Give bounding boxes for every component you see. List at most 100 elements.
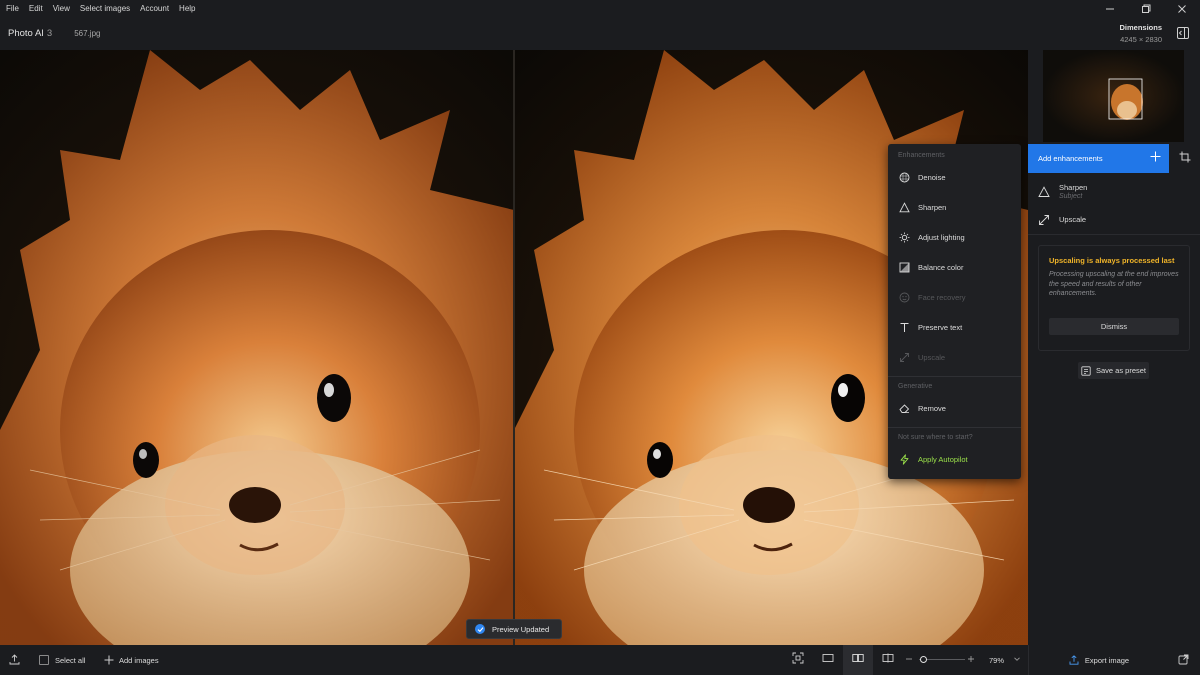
apply-autopilot-button[interactable]: Apply Autopilot (888, 444, 1021, 474)
select-all-label: Select all (55, 655, 86, 665)
upload-icon (9, 653, 20, 667)
upscale-icon (1038, 213, 1050, 225)
dropdown-divider (888, 376, 1021, 377)
select-all-checkbox[interactable]: Select all (39, 645, 85, 675)
add-enhancements-label: Add enhancements (1038, 154, 1103, 163)
plus-icon (967, 655, 975, 665)
enhancement-subtitle: Subject (1059, 192, 1083, 200)
dimensions-value: 4245 × 2830 (1120, 35, 1162, 44)
enhancement-item-sharpen[interactable]: Sharpen Subject (1028, 178, 1200, 204)
save-as-preset-button[interactable]: Save as preset (1078, 362, 1149, 379)
enhancement-title: Upscale (1059, 214, 1087, 224)
chevron-down-icon (1013, 655, 1021, 665)
save-as-preset-label: Save as preset (1095, 366, 1147, 375)
dropdown-item-face-recovery: Face recovery (888, 282, 1021, 312)
split-view-icon (882, 651, 894, 669)
enhancement-title: Sharpen (1059, 182, 1088, 192)
menu-view[interactable]: View (53, 4, 76, 13)
add-images-button[interactable]: Add images (104, 645, 159, 675)
plus-icon (1150, 150, 1161, 165)
close-icon[interactable] (1164, 0, 1200, 17)
zoom-level[interactable]: 79% (989, 645, 1004, 675)
app-brand: Photo AI 3 (8, 28, 52, 39)
image-canvas[interactable] (0, 50, 1028, 645)
minus-icon (905, 655, 913, 665)
right-sidebar: Add enhancements Sharpen Subject Upscale… (1028, 50, 1200, 645)
dropdown-divider (888, 427, 1021, 428)
app-name: Photo AI (8, 28, 44, 39)
dropdown-item-preserve-text[interactable]: Preserve text (888, 312, 1021, 342)
lightning-icon (898, 453, 910, 465)
dismiss-button[interactable]: Dismiss (1049, 318, 1179, 335)
header: Photo AI 3 567.jpg Dimensions 4245 × 2830 (0, 17, 1200, 50)
side-by-side-icon (852, 651, 864, 669)
dropdown-item-label: Sharpen (918, 202, 947, 212)
export-image-label: Export image (1084, 655, 1130, 665)
menu-file[interactable]: File (6, 4, 25, 13)
crop-icon (1179, 150, 1191, 168)
dropdown-item-remove[interactable]: Remove (888, 393, 1021, 423)
menu: File Edit View Select images Account Hel… (0, 4, 206, 13)
dropdown-item-balance-color[interactable]: Balance color (888, 252, 1021, 282)
sharpen-icon (1038, 185, 1050, 197)
export-icon (1069, 655, 1079, 665)
dropdown-item-upscale: Upscale (888, 342, 1021, 372)
panel-toggle-icon[interactable] (1176, 26, 1190, 40)
split-view-button[interactable] (873, 645, 903, 675)
crop-button[interactable] (1169, 144, 1200, 173)
fit-view-button[interactable] (783, 645, 813, 675)
dropdown-item-label: Preserve text (918, 322, 963, 332)
preset-icon (1081, 365, 1091, 376)
dropdown-item-sharpen[interactable]: Sharpen (888, 192, 1021, 222)
dimensions-label: Dimensions (1119, 23, 1162, 32)
notice-title: Upscaling is always processed last (1049, 256, 1175, 265)
compare-divider[interactable] (513, 50, 515, 645)
toast-text: Preview Updated (492, 624, 550, 634)
lighting-icon (898, 231, 910, 243)
upscale-icon (898, 351, 910, 363)
minimize-icon[interactable] (1092, 0, 1128, 17)
zoom-dropdown[interactable] (1013, 645, 1021, 675)
text-icon (898, 321, 910, 333)
file-name: 567.jpg (74, 29, 101, 38)
sharpen-icon (898, 201, 910, 213)
zoom-in-button[interactable] (967, 645, 975, 675)
restore-icon[interactable] (1128, 0, 1164, 17)
squirrel-original-image (0, 50, 514, 645)
dimensions-info: Dimensions 4245 × 2830 (1119, 23, 1162, 44)
export-settings-icon (1178, 654, 1189, 667)
notice-body: Processing upscaling at the end improves… (1049, 271, 1179, 297)
dropdown-section-enhancements: Enhancements (898, 152, 945, 159)
menu-select-images[interactable]: Select images (80, 4, 136, 13)
single-view-button[interactable] (813, 645, 843, 675)
side-by-side-view-button[interactable] (843, 645, 873, 675)
dropdown-item-label: Upscale (918, 352, 946, 362)
zoom-out-button[interactable] (905, 645, 913, 675)
add-enhancements-button[interactable]: Add enhancements (1028, 144, 1169, 173)
dropdown-item-adjust-lighting[interactable]: Adjust lighting (888, 222, 1021, 252)
denoise-icon (898, 171, 910, 183)
add-images-label: Add images (119, 655, 159, 665)
thumbnail-image (1043, 50, 1184, 142)
dropdown-item-label: Face recovery (918, 292, 966, 302)
dropdown-item-denoise[interactable]: Denoise (888, 162, 1021, 192)
dropdown-section-autopilot: Not sure where to start? (898, 434, 973, 441)
zoom-slider-handle[interactable] (920, 656, 928, 663)
checkbox-box (39, 655, 49, 665)
upload-button[interactable] (9, 645, 20, 675)
menu-help[interactable]: Help (179, 4, 201, 13)
menu-account[interactable]: Account (140, 4, 175, 13)
dropdown-item-label: Remove (918, 403, 946, 413)
menu-edit[interactable]: Edit (29, 4, 49, 13)
check-icon (475, 624, 485, 634)
export-image-button[interactable]: Export image (1028, 645, 1169, 675)
dropdown-item-label: Denoise (918, 172, 946, 182)
eraser-icon (898, 402, 910, 414)
dropdown-item-label: Balance color (918, 262, 964, 272)
navigator-thumbnail[interactable] (1043, 50, 1184, 142)
preview-updated-toast: Preview Updated (466, 619, 562, 639)
window-controls (1092, 0, 1200, 17)
sidebar-divider (1028, 234, 1200, 235)
enhancement-item-upscale[interactable]: Upscale (1028, 210, 1200, 228)
export-settings-button[interactable] (1178, 645, 1189, 675)
